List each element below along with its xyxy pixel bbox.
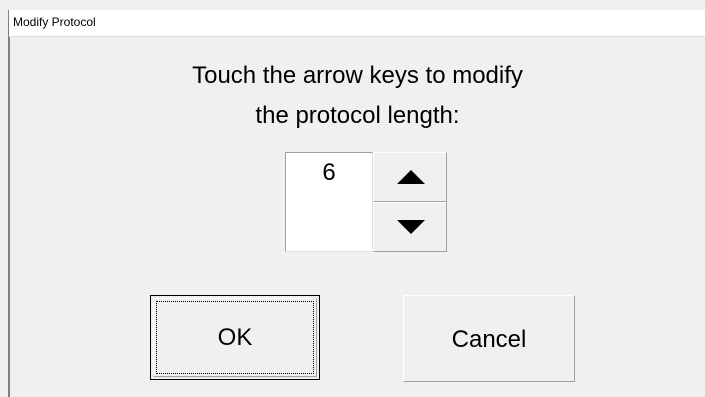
instruction-line-2: the protocol length: (255, 102, 460, 129)
increase-length-button[interactable] (373, 152, 447, 202)
instruction-line-1: Touch the arrow keys to modify (192, 62, 523, 89)
title-bar[interactable]: Modify Protocol (9, 10, 705, 37)
protocol-length-field[interactable]: 6 (285, 152, 373, 252)
modify-protocol-dialog: Modify Protocol Touch the arrow keys to … (0, 0, 705, 397)
decrease-length-button[interactable] (373, 202, 447, 252)
arrow-down-icon (397, 220, 425, 234)
cancel-button[interactable]: Cancel (403, 295, 575, 382)
protocol-length-value: 6 (322, 159, 336, 186)
ok-button-label: OK (217, 324, 253, 351)
window-title: Modify Protocol (13, 15, 96, 29)
cancel-button-label: Cancel (451, 326, 527, 353)
ok-button[interactable]: OK (150, 295, 320, 380)
arrow-up-icon (397, 170, 425, 184)
